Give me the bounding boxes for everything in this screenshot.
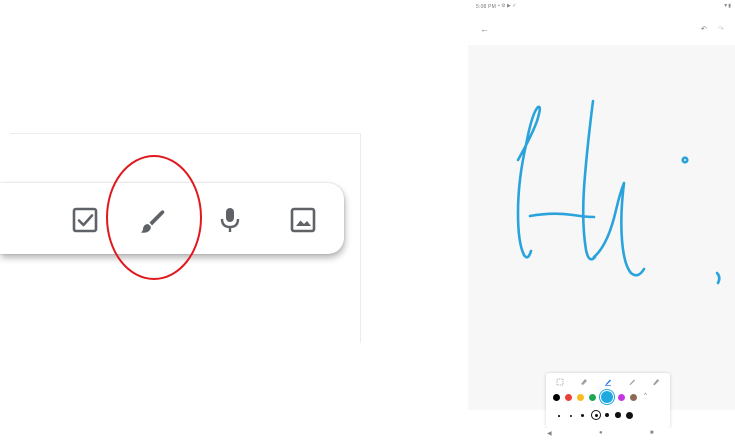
notification-icons: ▪ ⚙ ▶ ✓: [498, 3, 517, 9]
zoomed-toolbar-panel: [0, 0, 440, 441]
stroke-size-option[interactable]: [558, 415, 560, 417]
image-icon[interactable]: [288, 205, 318, 235]
stroke-size-option[interactable]: [626, 411, 633, 419]
color-swatch-red[interactable]: [565, 394, 572, 401]
color-swatch-black[interactable]: [553, 394, 560, 401]
note-toolbar: [0, 183, 344, 254]
color-swatch-brown[interactable]: [630, 394, 637, 401]
color-swatch-yellow[interactable]: [577, 394, 584, 401]
redo-icon[interactable]: ↷: [718, 25, 724, 33]
status-bar: 5:08 PM ▪ ⚙ ▶ ✓ ▼▮: [468, 0, 735, 16]
stroke-size-option[interactable]: [605, 413, 609, 417]
color-swatch-purple[interactable]: [618, 394, 625, 401]
drawing-canvas[interactable]: [468, 45, 735, 410]
marker-tool-icon[interactable]: [628, 378, 636, 386]
back-arrow-icon[interactable]: ←: [480, 24, 489, 34]
drawing-app-bar: ← ↶ ↷: [468, 20, 735, 42]
divider: [360, 133, 361, 343]
signal-battery-icons: ▼▮: [723, 3, 731, 9]
color-swatch-blue-selected[interactable]: [601, 391, 613, 403]
color-swatch-green[interactable]: [589, 394, 596, 401]
pen-tool-icon[interactable]: [604, 378, 612, 386]
stroke-size-selected[interactable]: [591, 410, 601, 420]
highlighter-tool-icon[interactable]: [652, 378, 660, 386]
microphone-icon[interactable]: [215, 205, 245, 235]
divider: [10, 133, 360, 134]
pen-options-panel: ^: [546, 373, 670, 428]
stroke-size-option[interactable]: [570, 415, 572, 417]
select-tool-icon[interactable]: [556, 378, 564, 386]
tablet-screenshot: 5:08 PM ▪ ⚙ ▶ ✓ ▼▮ ← ↶ ↷ ^ ◀ ● ■: [468, 0, 735, 441]
color-swatch-row: ^: [546, 391, 670, 405]
nav-home-icon[interactable]: ●: [599, 430, 603, 436]
status-time: 5:08 PM: [476, 4, 497, 10]
stroke-size-option[interactable]: [615, 412, 621, 418]
brush-icon[interactable]: [137, 205, 167, 235]
stroke-size-option[interactable]: [581, 414, 584, 417]
handwriting-hi: [516, 99, 721, 285]
stroke-size-row: [546, 409, 670, 423]
expand-chevron-icon[interactable]: ^: [644, 393, 647, 399]
checkbox-icon[interactable]: [70, 205, 100, 235]
system-nav-bar: ◀ ● ■: [468, 428, 735, 441]
nav-recents-icon[interactable]: ■: [650, 430, 654, 436]
pen-tool-row: [546, 375, 670, 389]
eraser-tool-icon[interactable]: [580, 378, 588, 386]
nav-back-icon[interactable]: ◀: [547, 430, 552, 437]
undo-icon[interactable]: ↶: [701, 25, 707, 33]
